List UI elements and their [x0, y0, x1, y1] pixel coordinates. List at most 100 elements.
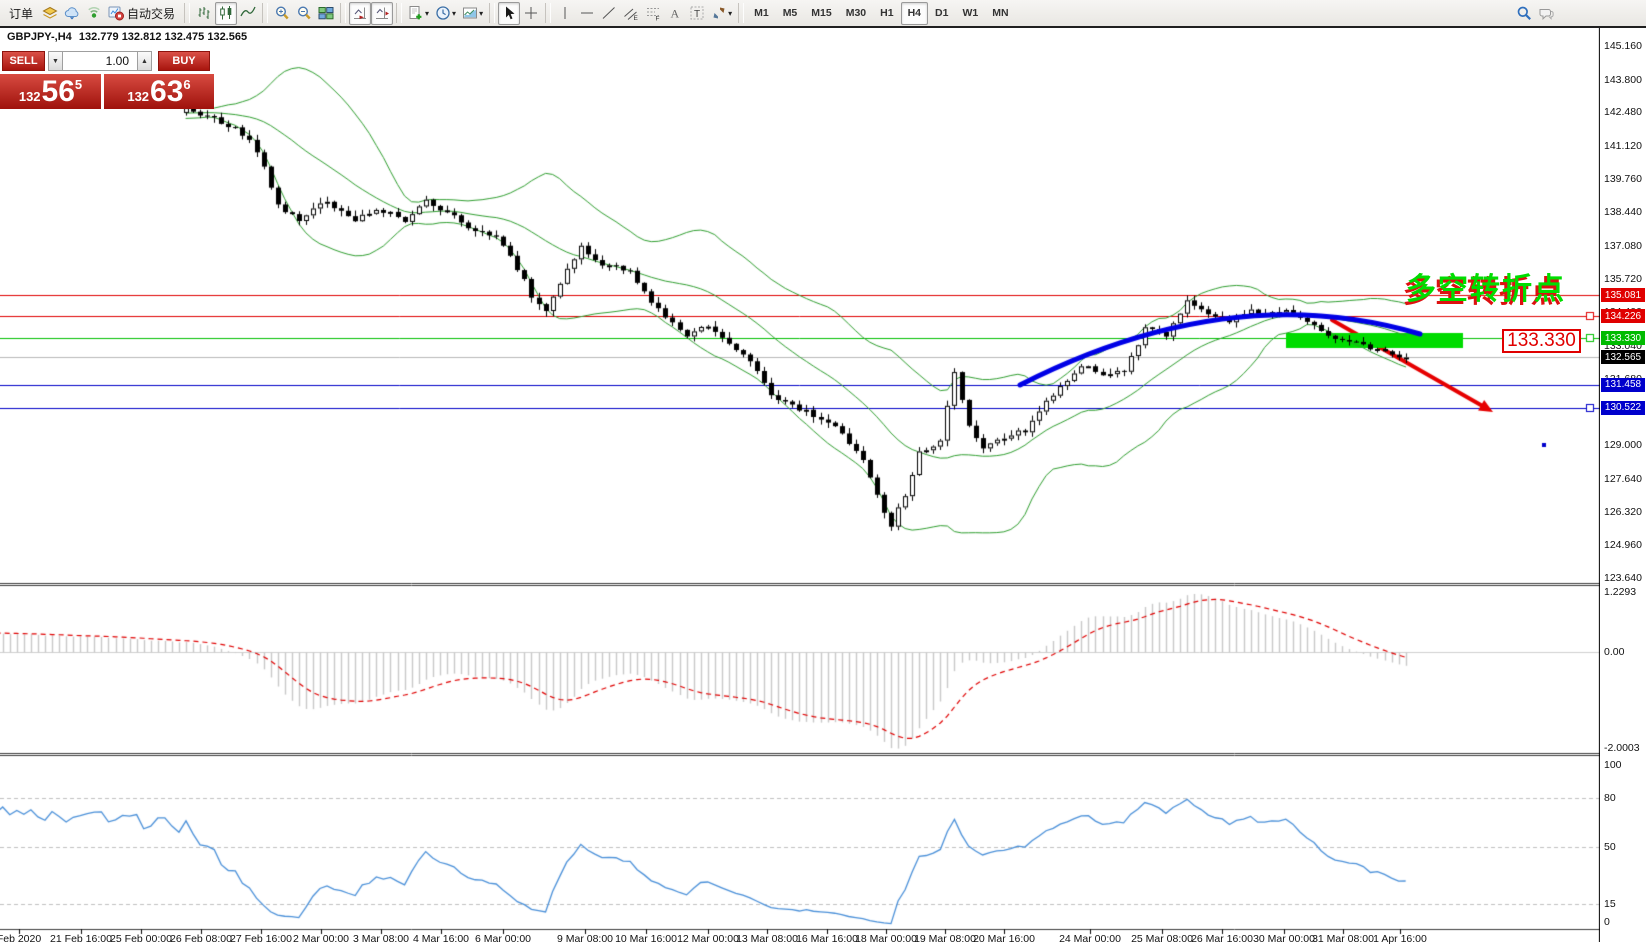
buy-price-display[interactable]: 132 63 6: [104, 74, 214, 109]
price-tick-label: 141.120: [1604, 140, 1642, 152]
chevron-down-icon[interactable]: ▾: [452, 9, 456, 18]
time-axis-label: 12 Mar 00:00: [677, 933, 739, 945]
tf-W1-label: W1: [958, 7, 982, 19]
volume-decrease-button[interactable]: ▼: [48, 51, 63, 71]
timeframe-M5-button[interactable]: M5: [776, 2, 805, 25]
community-button[interactable]: [1535, 2, 1557, 25]
arrows-button[interactable]: ▾: [708, 2, 735, 25]
price-tick-label: 123.640: [1604, 572, 1642, 584]
fibonacci-button[interactable]: F: [642, 2, 664, 25]
turning-point-annotation[interactable]: 多空转折点: [1406, 264, 1566, 308]
layers-button[interactable]: [39, 2, 61, 25]
crosshair-button[interactable]: [520, 2, 542, 25]
price-tick-label: 138.440: [1604, 206, 1642, 218]
timeframe-M30-button[interactable]: M30: [839, 2, 873, 25]
signal-button[interactable]: [83, 2, 105, 25]
timeframe-D1-button[interactable]: D1: [928, 2, 955, 25]
new-order-label: 订单: [6, 5, 36, 22]
text-button[interactable]: T: [686, 2, 708, 25]
search-button[interactable]: [1513, 2, 1535, 25]
zoom-in-icon: [274, 5, 290, 21]
price-tick-label: 143.800: [1604, 74, 1642, 86]
svg-text:A: A: [671, 7, 680, 21]
tf-H1-label: H1: [876, 7, 897, 19]
buy-price-sup: 6: [183, 77, 190, 92]
time-axis-label: 31 Mar 08:00: [1312, 933, 1374, 945]
channel-icon: E: [623, 5, 639, 21]
auto-scroll-button[interactable]: [349, 2, 371, 25]
volume-input[interactable]: 1.00: [63, 51, 137, 71]
toolbar: 订单 自动交易 ▾ ▾ ▾ EFA T ▾ M1M5M15M30H1 H4 D1 W1 MN: [0, 0, 1646, 28]
cloud-profile-button[interactable]: [61, 2, 83, 25]
price-callout-label[interactable]: 133.330: [1502, 329, 1581, 353]
price-tick-label: 126.320: [1604, 506, 1642, 518]
tf-MN-label: MN: [988, 7, 1012, 19]
autotrade-button[interactable]: 自动交易: [105, 2, 181, 25]
autotrade-icon: [108, 5, 124, 21]
svg-text:T: T: [694, 9, 700, 20]
price-badge-blue: 130.522: [1601, 401, 1645, 415]
chart-canvas[interactable]: [0, 0, 1646, 950]
rsi-scale-label: 100: [1604, 759, 1622, 771]
vertical-line-button[interactable]: [554, 2, 576, 25]
rsi-scale-label: 50: [1604, 841, 1616, 853]
toolbar-separator: [738, 3, 744, 23]
bar-chart-button[interactable]: [193, 2, 215, 25]
arrow-down-icon: ▼: [52, 58, 59, 65]
text-label-icon: A: [667, 5, 683, 21]
cursor-button[interactable]: [498, 2, 520, 25]
new-order-button[interactable]: 订单: [3, 2, 39, 25]
trendline-button[interactable]: [598, 2, 620, 25]
timeframe-W1-button[interactable]: W1: [955, 2, 985, 25]
horizontal-line-icon: [579, 5, 595, 21]
timeframe-M1-button[interactable]: M1: [747, 2, 776, 25]
buy-price-big: 63: [150, 78, 183, 106]
time-axis[interactable]: Feb 202021 Feb 16:0025 Feb 00:0026 Feb 0…: [0, 930, 1646, 950]
zoom-in-button[interactable]: [271, 2, 293, 25]
timeframe-H4-button[interactable]: H4: [901, 2, 928, 25]
add-indicator-icon: [408, 5, 424, 21]
chevron-down-icon[interactable]: ▾: [425, 9, 429, 18]
chart-shift-button[interactable]: [371, 2, 393, 25]
chevron-down-icon[interactable]: ▾: [479, 9, 483, 18]
timeframe-H1-button[interactable]: H1: [873, 2, 900, 25]
buy-button[interactable]: BUY: [158, 51, 210, 71]
price-tick-label: 129.000: [1604, 439, 1642, 451]
toolbar-separator: [545, 3, 551, 23]
sell-button[interactable]: SELL: [2, 51, 45, 71]
text-label-button[interactable]: A: [664, 2, 686, 25]
zoom-out-button[interactable]: [293, 2, 315, 25]
timeframe-MN-button[interactable]: MN: [985, 2, 1015, 25]
time-axis-label: 25 Mar 08:00: [1131, 933, 1193, 945]
price-badge-blue: 131.458: [1601, 378, 1645, 392]
tile-windows-button[interactable]: [315, 2, 337, 25]
sell-price-int: 132: [19, 89, 41, 104]
price-badge-green: 133.330: [1601, 331, 1645, 345]
price-axis[interactable]: 145.160143.800142.480141.120139.760138.4…: [1600, 28, 1646, 942]
one-click-trading-panel: SELL ▼ 1.00 ▲ BUY 132 56 5 132 63 6: [0, 51, 214, 109]
toolbar-right: [1513, 2, 1557, 25]
time-axis-label: 30 Mar 00:00: [1253, 933, 1315, 945]
text-icon: T: [689, 5, 705, 21]
rsi-scale-label: 15: [1604, 898, 1616, 910]
horizontal-line-button[interactable]: [576, 2, 598, 25]
candlestick-chart-icon: [218, 5, 234, 21]
tf-H4-label: H4: [904, 7, 925, 19]
template-button[interactable]: ▾: [459, 2, 486, 25]
chevron-down-icon[interactable]: ▾: [728, 9, 732, 18]
price-tick-label: 142.480: [1604, 106, 1642, 118]
autotrade-label: 自动交易: [124, 5, 178, 22]
volume-increase-button[interactable]: ▲: [137, 51, 152, 71]
timeframe-M15-button[interactable]: M15: [804, 2, 838, 25]
sell-price-display[interactable]: 132 56 5: [0, 74, 101, 109]
tf-D1-label: D1: [931, 7, 952, 19]
add-indicator-button[interactable]: ▾: [405, 2, 432, 25]
periods-clock-button[interactable]: ▾: [432, 2, 459, 25]
vertical-line-icon: [557, 5, 573, 21]
line-chart-button[interactable]: [237, 2, 259, 25]
price-badge-red: 134.226: [1601, 309, 1645, 323]
trade-controls-row: SELL ▼ 1.00 ▲ BUY: [0, 51, 214, 71]
price-tick-label: 137.080: [1604, 240, 1642, 252]
candlestick-chart-button[interactable]: [215, 2, 237, 25]
channel-button[interactable]: E: [620, 2, 642, 25]
